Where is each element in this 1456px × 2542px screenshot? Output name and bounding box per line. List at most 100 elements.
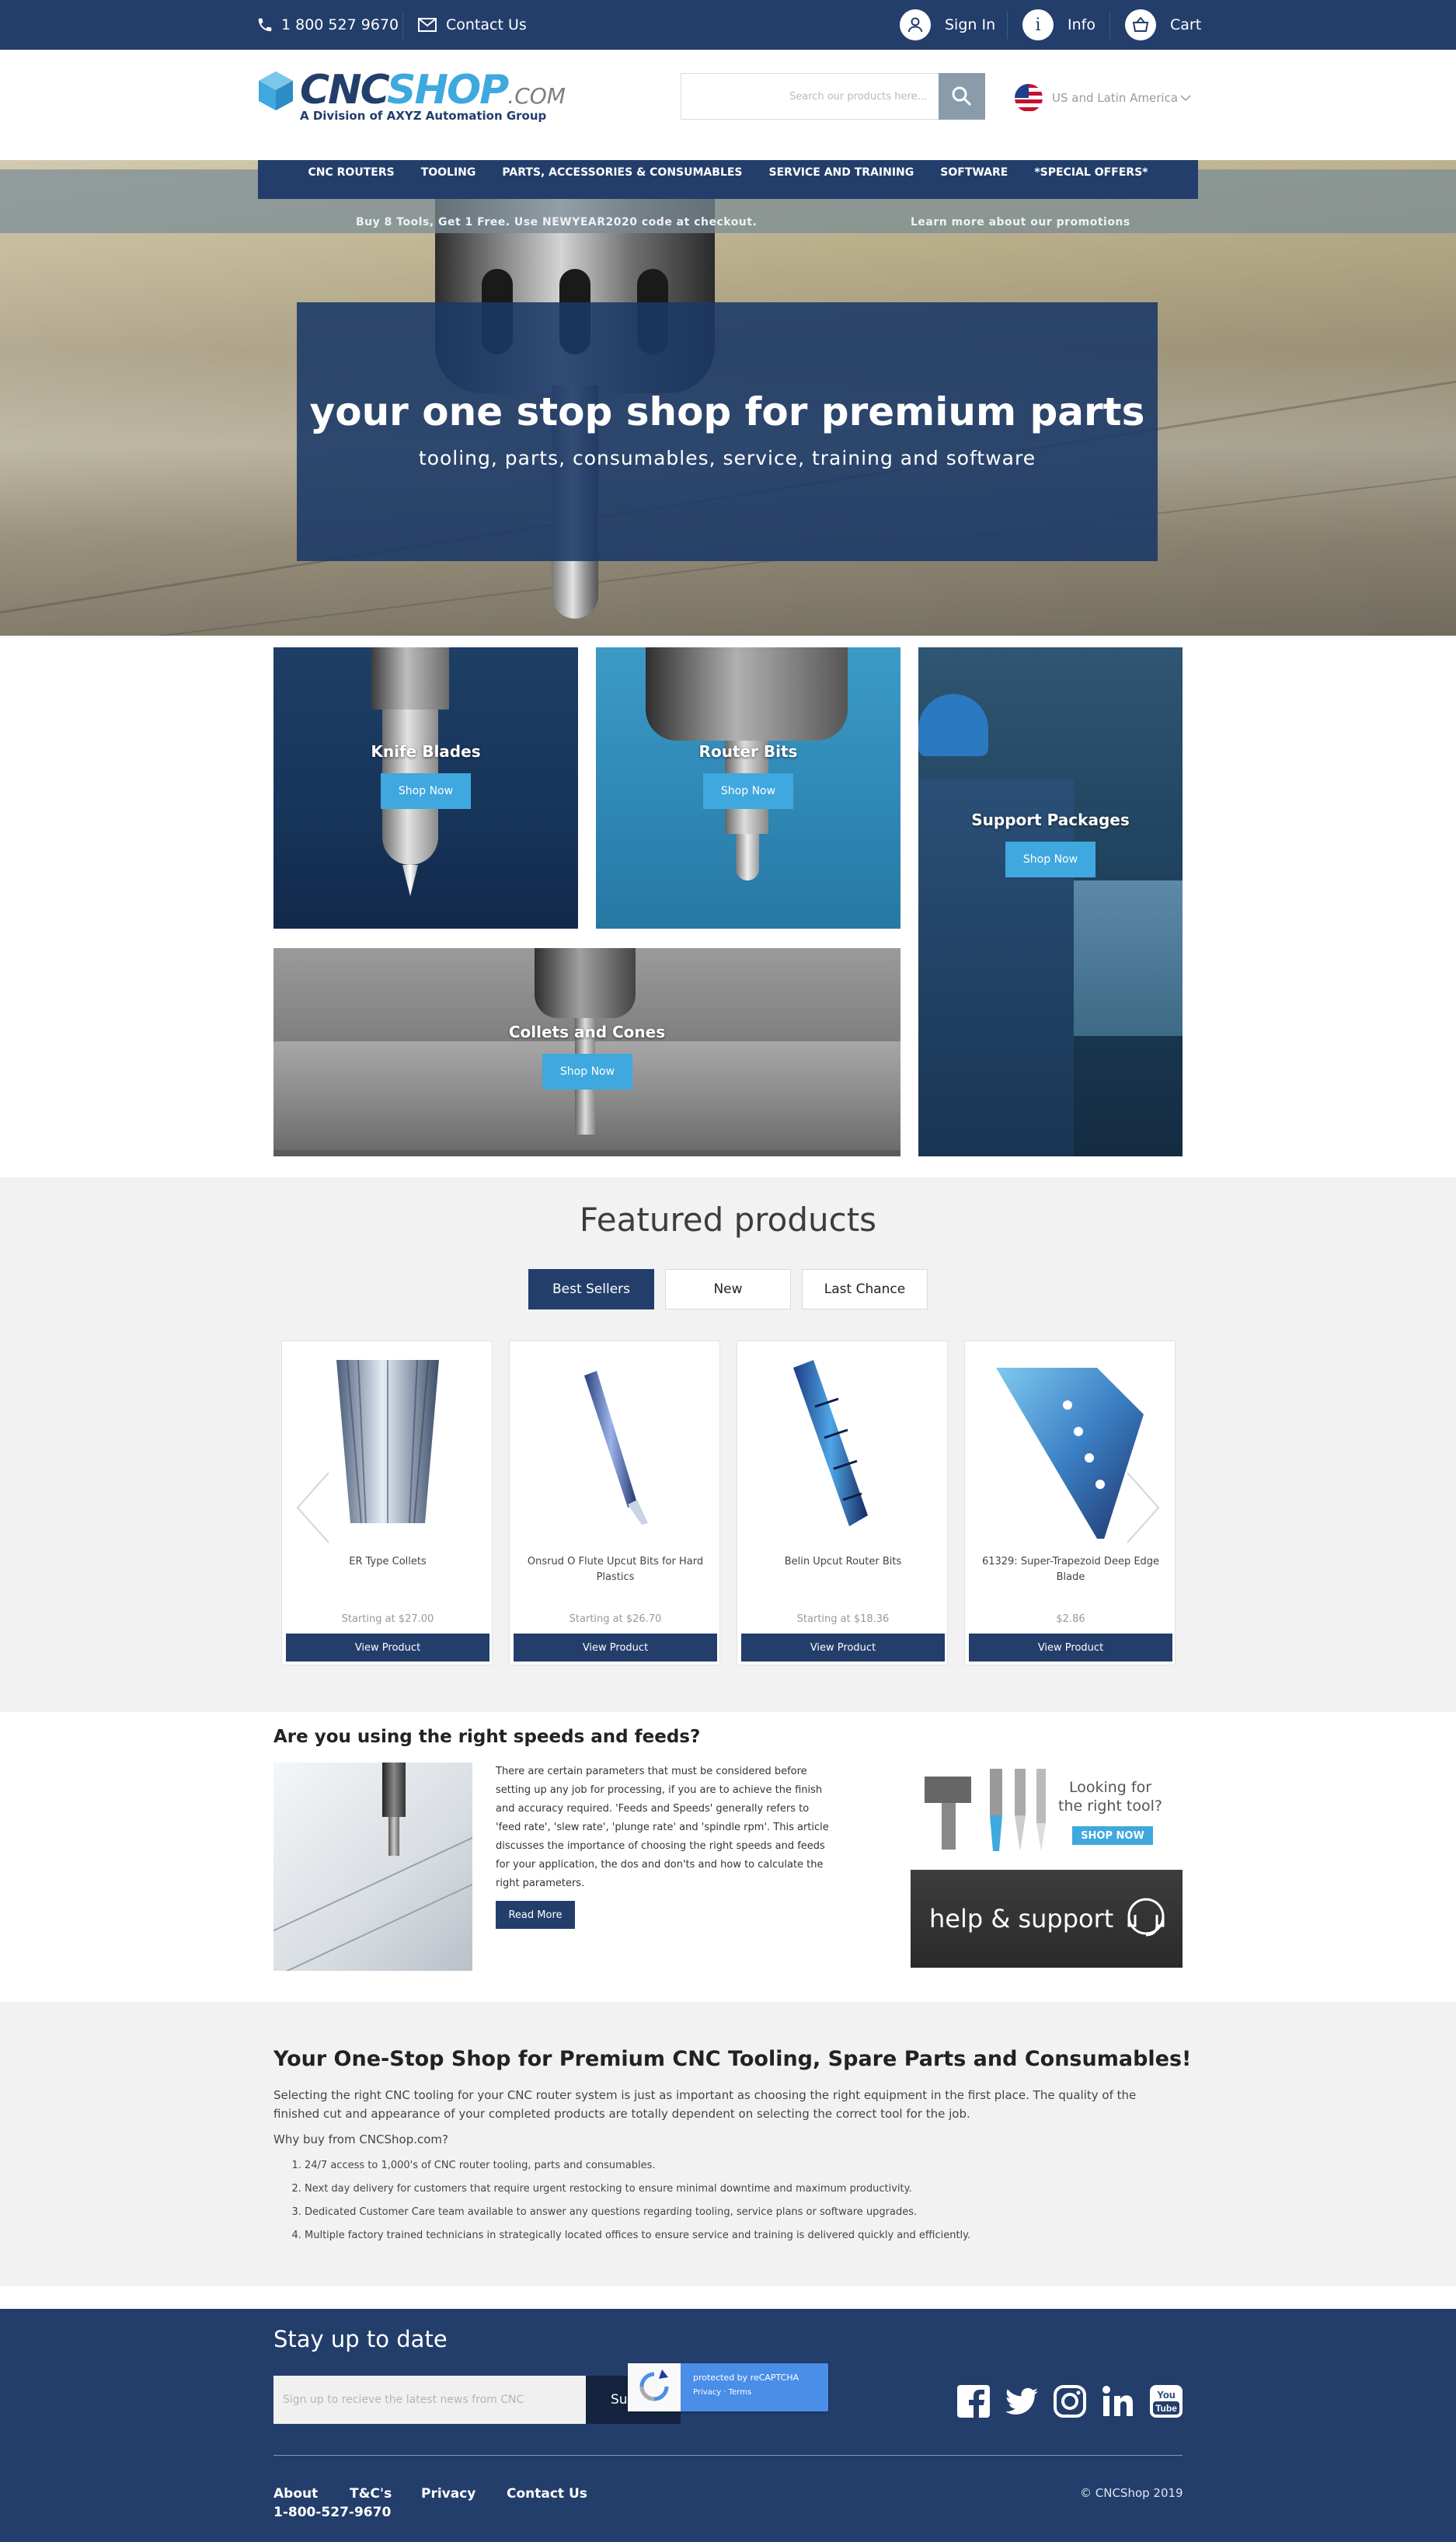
category-label: Collets and Cones bbox=[508, 1023, 666, 1041]
nav-item-3[interactable]: SERVICE AND TRAINING bbox=[756, 166, 928, 179]
featured-products-section: Featured products Best Sellers New Last … bbox=[0, 1177, 1456, 1712]
tab-new[interactable]: New bbox=[665, 1269, 791, 1309]
shop-now-button[interactable]: SHOP NOW bbox=[1072, 1826, 1153, 1845]
view-product-button[interactable]: View Product bbox=[969, 1634, 1172, 1662]
list-item: 24/7 access to 1,000's of CNC router too… bbox=[305, 2154, 1159, 2178]
instagram-icon[interactable] bbox=[1052, 2383, 1088, 2419]
contact-us-label: Contact Us bbox=[446, 16, 527, 33]
search-input[interactable]: Search our products here... bbox=[681, 73, 940, 120]
tab-best-sellers[interactable]: Best Sellers bbox=[528, 1269, 654, 1309]
main-navigation: CNC ROUTERS TOOLING PARTS, ACCESSORIES & C… bbox=[258, 160, 1198, 199]
shop-now-button[interactable]: Shop Now bbox=[542, 1054, 632, 1090]
about-benefits-list: 24/7 access to 1,000's of CNC router too… bbox=[305, 2154, 1159, 2247]
headset-icon bbox=[1127, 1898, 1165, 1937]
cart-link[interactable]: Cart bbox=[1125, 0, 1201, 50]
newsletter-email-input[interactable]: Sign up to recieve the latest news from … bbox=[273, 2376, 586, 2424]
product-price: Starting at $26.70 bbox=[569, 1613, 662, 1625]
about-title: Your One-Stop Shop for Premium CNC Tooli… bbox=[273, 2047, 1192, 2071]
list-item: Multiple factory trained technicians in … bbox=[305, 2224, 1159, 2247]
find-tool-text: Looking for the right tool? bbox=[1058, 1779, 1162, 1815]
category-tile-knife-blades[interactable]: Knife Blades Shop Now bbox=[273, 647, 578, 929]
svg-text:You: You bbox=[1157, 2389, 1176, 2401]
footer-link-privacy[interactable]: Privacy bbox=[421, 2486, 475, 2502]
user-icon bbox=[900, 9, 931, 40]
promo-learn-more-link[interactable]: Learn more about our promotions bbox=[911, 216, 1130, 228]
product-name[interactable]: Onsrud O Flute Upcut Bits for Hard Plast… bbox=[517, 1554, 713, 1585]
region-selector[interactable]: US and Latin America bbox=[1015, 81, 1192, 115]
tab-last-chance[interactable]: Last Chance bbox=[802, 1269, 928, 1309]
hero-subtitle: tooling, parts, consumables, service, tr… bbox=[418, 447, 1036, 469]
shop-now-button[interactable]: Shop Now bbox=[703, 773, 793, 809]
help-support-label: help & support bbox=[929, 1904, 1114, 1934]
product-card[interactable]: Belin Upcut Router Bits Starting at $18.… bbox=[737, 1341, 948, 1665]
list-item: Dedicated Customer Care team available t… bbox=[305, 2201, 1159, 2224]
about-why-heading: Why buy from CNCShop.com? bbox=[273, 2132, 448, 2146]
site-footer: Stay up to date Sign up to recieve the l… bbox=[0, 2309, 1456, 2542]
nav-item-2[interactable]: PARTS, ACCESSORIES & CONSUMABLES bbox=[489, 166, 755, 179]
article-excerpt: There are certain parameters that must b… bbox=[496, 1766, 829, 1889]
category-label: Router Bits bbox=[698, 742, 798, 761]
product-price: $2.86 bbox=[1056, 1613, 1085, 1625]
help-support-banner[interactable]: help & support bbox=[911, 1870, 1183, 1968]
contact-us-link[interactable]: Contact Us bbox=[418, 0, 527, 50]
search-icon bbox=[952, 86, 972, 106]
recaptcha-links[interactable]: Privacy · Terms bbox=[693, 2388, 751, 2397]
product-name[interactable]: ER Type Collets bbox=[290, 1554, 486, 1570]
footer-phone[interactable]: 1-800-527-9670 bbox=[273, 2505, 391, 2520]
footer-link-contact[interactable]: Contact Us bbox=[507, 2486, 587, 2502]
phone-number: 1 800 527 9670 bbox=[281, 16, 399, 33]
tools-image bbox=[925, 1769, 1046, 1851]
sign-in-label: Sign In bbox=[945, 16, 996, 33]
list-item: Next day delivery for customers that req… bbox=[305, 2178, 1159, 2201]
hero-banner: Buy 8 Tools, Get 1 Free. Use NEWYEAR2020… bbox=[0, 160, 1456, 636]
info-link[interactable]: i Info bbox=[1022, 0, 1095, 50]
linkedin-icon[interactable] bbox=[1100, 2383, 1136, 2419]
footer-link-terms[interactable]: T&C's bbox=[350, 2486, 392, 2502]
recaptcha-text: protected by reCAPTCHA bbox=[693, 2373, 799, 2383]
about-intro: Selecting the right CNC tooling for your… bbox=[273, 2088, 1137, 2121]
twitter-icon[interactable] bbox=[1004, 2383, 1040, 2419]
sign-in-link[interactable]: Sign In bbox=[900, 0, 995, 50]
nav-item-0[interactable]: CNC ROUTERS bbox=[295, 166, 408, 179]
nav-item-4[interactable]: SOFTWARE bbox=[927, 166, 1021, 179]
envelope-icon bbox=[418, 18, 437, 32]
copyright: © CNCShop 2019 bbox=[1080, 2486, 1183, 2500]
find-tool-banner[interactable]: Looking for the right tool? SHOP NOW bbox=[911, 1763, 1183, 1857]
view-product-button[interactable]: View Product bbox=[286, 1634, 489, 1662]
product-name[interactable]: 61329: Super-Trapezoid Deep Edge Blade bbox=[973, 1554, 1169, 1585]
nav-item-5[interactable]: *SPECIAL OFFERS* bbox=[1021, 166, 1161, 179]
article-image bbox=[273, 1763, 472, 1971]
read-more-button[interactable]: Read More bbox=[496, 1901, 575, 1929]
youtube-icon[interactable]: You Tube bbox=[1148, 2383, 1184, 2419]
phone-link[interactable]: 1 800 527 9670 bbox=[256, 0, 399, 50]
facebook-icon[interactable] bbox=[956, 2383, 991, 2419]
category-tile-router-bits[interactable]: Router Bits Shop Now bbox=[596, 647, 900, 929]
category-tile-collets-and-cones[interactable]: Collets and Cones Shop Now bbox=[273, 948, 900, 1156]
recaptcha-icon bbox=[628, 2363, 681, 2411]
nav-item-1[interactable]: TOOLING bbox=[408, 166, 489, 179]
recaptcha-badge[interactable]: protected by reCAPTCHA Privacy · Terms bbox=[628, 2363, 828, 2411]
product-price: Starting at $27.00 bbox=[341, 1613, 434, 1625]
category-tile-support-packages[interactable]: Support Packages Shop Now bbox=[918, 647, 1183, 1156]
view-product-button[interactable]: View Product bbox=[741, 1634, 945, 1662]
site-logo[interactable]: CNCSHOP.COM A Division of AXYZ Automatio… bbox=[256, 67, 567, 129]
product-card[interactable]: Onsrud O Flute Upcut Bits for Hard Plast… bbox=[509, 1341, 720, 1665]
view-product-button[interactable]: View Product bbox=[514, 1634, 717, 1662]
top-bar: 1 800 527 9670 Contact Us Sign In i Info… bbox=[0, 0, 1456, 50]
product-name[interactable]: Belin Upcut Router Bits bbox=[745, 1554, 941, 1570]
footer-link-about[interactable]: About bbox=[273, 2486, 318, 2502]
carousel-next-arrow-icon[interactable] bbox=[1123, 1469, 1162, 1546]
chevron-down-icon bbox=[1180, 95, 1191, 102]
hero-title: your one stop shop for premium parts bbox=[309, 389, 1145, 434]
article-title: Are you using the right speeds and feeds… bbox=[273, 1727, 701, 1747]
search-button[interactable] bbox=[939, 73, 985, 120]
divider bbox=[1109, 11, 1110, 39]
cart-label: Cart bbox=[1170, 16, 1202, 33]
shop-now-button[interactable]: Shop Now bbox=[1005, 842, 1095, 877]
divider bbox=[1007, 11, 1008, 39]
carousel-prev-arrow-icon[interactable] bbox=[294, 1469, 333, 1546]
phone-icon bbox=[258, 18, 272, 32]
shop-now-button[interactable]: Shop Now bbox=[381, 773, 471, 809]
featured-title: Featured products bbox=[579, 1201, 877, 1239]
svg-text:Tube: Tube bbox=[1155, 2403, 1177, 2414]
